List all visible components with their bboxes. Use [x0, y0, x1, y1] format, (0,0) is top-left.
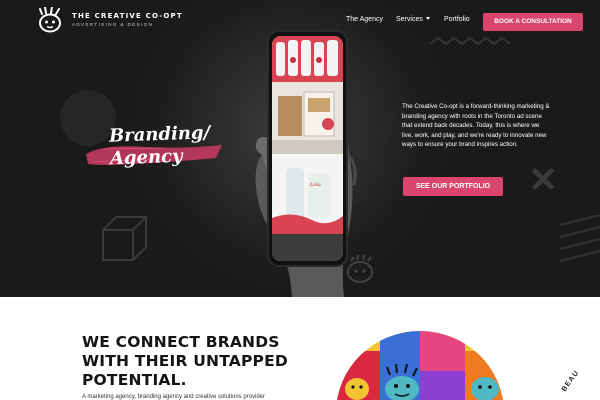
decor-x-shape [532, 168, 554, 190]
phone-shot-bottom [272, 234, 343, 261]
svg-text:BEAU: BEAU [561, 369, 581, 393]
decor-cube-shape [102, 216, 149, 261]
phone-shot-product: Lola [272, 154, 343, 234]
hero-script-line1: Branding/ [108, 122, 211, 147]
nav-link-services[interactable]: Services [396, 16, 430, 23]
logo-face-icon[interactable] [38, 7, 62, 33]
nav-link-the-agency[interactable]: The Agency [346, 16, 383, 23]
section-headline: WE CONNECT BRANDS WITH THEIR UNTAPPED PO… [82, 333, 342, 390]
phone-device: Lola [267, 30, 348, 267]
connect-section: WE CONNECT BRANDS WITH THEIR UNTAPPED PO… [0, 297, 600, 400]
book-consultation-button[interactable]: BOOK A CONSULTATION [483, 13, 583, 31]
section-paragraph: A marketing agency, branding agency and … [82, 394, 265, 400]
pop-art-faces-image [336, 331, 504, 400]
decor-stripes-shape [560, 215, 600, 262]
phone-shot-product-label: Lola [309, 182, 321, 188]
phone-shot-bottles [272, 36, 343, 82]
phone-screen: Lola [272, 36, 343, 261]
hero-script-line2: Agency [109, 145, 183, 170]
phone-mockup: Lola [248, 30, 358, 297]
logo-subtitle: ADVERTISING & DESIGN [72, 22, 154, 27]
logo-title[interactable]: THE CREATIVE CO-OPT [72, 12, 183, 20]
hero-description: The Creative Co-opt is a forward-thinkin… [402, 103, 550, 148]
section-headline-line1: WE CONNECT BRANDS [82, 333, 280, 351]
section-headline-line2: WITH THEIR UNTAPPED [82, 352, 288, 370]
curved-text: BEAU [561, 369, 580, 393]
section-headline-line3: POTENTIAL. [82, 371, 187, 389]
nav-link-portfolio[interactable]: Portfolio [444, 16, 470, 23]
see-portfolio-button[interactable]: SEE OUR PORTFOLIO [403, 177, 503, 196]
chevron-down-icon [425, 17, 430, 20]
curved-text-badge: BEAU [561, 369, 581, 393]
phone-shot-booth [272, 82, 343, 154]
hero-script-headline: Branding/ Agency [84, 114, 224, 178]
nav-link-services-label: Services [396, 16, 423, 23]
hero-section: THE CREATIVE CO-OPT ADVERTISING & DESIGN… [0, 0, 600, 297]
